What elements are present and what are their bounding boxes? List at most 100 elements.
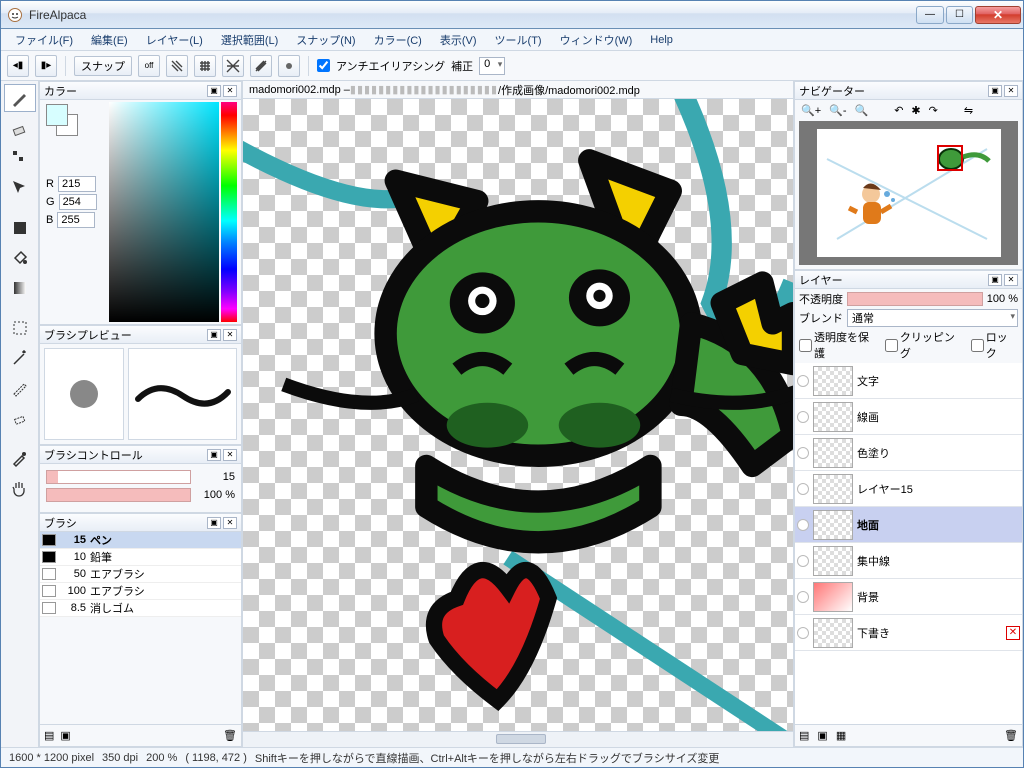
correction-combo[interactable]: 0 — [479, 57, 505, 75]
visibility-toggle[interactable] — [797, 483, 809, 495]
layer-row[interactable]: 集中線 — [795, 543, 1022, 579]
menu-help[interactable]: Help — [642, 32, 681, 48]
brush-row[interactable]: 15ペン — [40, 532, 241, 549]
sv-picker[interactable] — [109, 102, 219, 322]
menu-edit[interactable]: 編集(E) — [83, 30, 136, 50]
menu-color[interactable]: カラー(C) — [366, 30, 430, 50]
g-input[interactable] — [59, 194, 97, 210]
layer-opacity-slider[interactable] — [847, 292, 983, 306]
visibility-toggle[interactable] — [797, 627, 809, 639]
add-layer-icon[interactable]: ▤ — [799, 729, 809, 742]
protect-alpha-checkbox[interactable] — [799, 339, 812, 352]
layer-row[interactable]: 色塗り — [795, 435, 1022, 471]
delete-layer-icon[interactable]: 🗑 — [1004, 729, 1018, 742]
close-icon[interactable]: ✕ — [1004, 85, 1018, 97]
r-input[interactable] — [58, 176, 96, 192]
eraser-tool[interactable] — [4, 114, 36, 142]
dup-brush-icon[interactable]: ▣ — [60, 729, 70, 742]
close-icon[interactable]: ✕ — [1004, 274, 1018, 286]
delete-brush-icon[interactable]: 🗑 — [223, 729, 237, 742]
visibility-toggle[interactable] — [797, 375, 809, 387]
visibility-toggle[interactable] — [797, 447, 809, 459]
snap-circle-icon[interactable] — [278, 55, 300, 77]
hand-tool[interactable] — [4, 474, 36, 502]
rotate-left-icon[interactable]: ↶ — [894, 104, 903, 117]
eyedropper-tool[interactable] — [4, 444, 36, 472]
dot-tool[interactable] — [4, 144, 36, 172]
document-tab[interactable]: madomori002.mdp – ▮▮▮▮▮▮▮▮▮▮▮▮▮▮▮▮▮▮▮▮▮ … — [243, 81, 793, 99]
visibility-toggle[interactable] — [797, 591, 809, 603]
menu-view[interactable]: 表示(V) — [432, 30, 485, 50]
menu-window[interactable]: ウィンドウ(W) — [552, 30, 641, 50]
brush-row[interactable]: 50エアブラシ — [40, 566, 241, 583]
hue-slider[interactable] — [221, 102, 237, 322]
brush-row[interactable]: 8.5消しゴム — [40, 600, 241, 617]
menu-snap[interactable]: スナップ(N) — [288, 30, 363, 50]
dock-icon[interactable]: ▣ — [207, 517, 221, 529]
menu-layer[interactable]: レイヤー(L) — [138, 30, 211, 50]
snap-parallel-icon[interactable] — [166, 55, 188, 77]
visibility-toggle[interactable] — [797, 555, 809, 567]
snap-radial-icon[interactable] — [250, 55, 272, 77]
dock-icon[interactable]: ▣ — [988, 274, 1002, 286]
snap-grid-icon[interactable] — [194, 55, 216, 77]
layer-row[interactable]: 線画 — [795, 399, 1022, 435]
select-pen-tool[interactable] — [4, 374, 36, 402]
menu-file[interactable]: ファイル(F) — [7, 30, 81, 50]
dock-icon[interactable]: ▣ — [207, 449, 221, 461]
visibility-toggle[interactable] — [797, 519, 809, 531]
antialias-checkbox[interactable] — [317, 59, 330, 72]
layer-row[interactable]: 地面 — [795, 507, 1022, 543]
clipping-checkbox[interactable] — [885, 339, 898, 352]
minimize-button[interactable]: — — [916, 6, 944, 24]
maximize-button[interactable]: ☐ — [946, 6, 973, 24]
rotate-reset-icon[interactable]: ✱ — [911, 104, 920, 117]
menu-select[interactable]: 選択範囲(L) — [213, 30, 286, 50]
layer-row[interactable]: 文字 — [795, 363, 1022, 399]
dock-icon[interactable]: ▣ — [207, 85, 221, 97]
layer-row[interactable]: 背景 — [795, 579, 1022, 615]
brush-row[interactable]: 100エアブラシ — [40, 583, 241, 600]
brush-tool[interactable] — [4, 84, 36, 112]
close-button[interactable]: ✕ — [975, 6, 1021, 24]
brush-row[interactable]: 10鉛筆 — [40, 549, 241, 566]
merge-layer-icon[interactable]: ▦ — [836, 729, 846, 742]
layer-row[interactable]: 下書き✕ — [795, 615, 1022, 651]
layer-row[interactable]: レイヤー15 — [795, 471, 1022, 507]
opacity-slider[interactable] — [46, 488, 191, 502]
bucket-tool[interactable] — [4, 244, 36, 272]
blend-combo[interactable]: 通常 — [847, 309, 1018, 327]
select-rect-tool[interactable] — [4, 314, 36, 342]
dock-icon[interactable]: ▣ — [988, 85, 1002, 97]
lock-checkbox[interactable] — [971, 339, 984, 352]
dock-icon[interactable]: ▣ — [207, 329, 221, 341]
fill-tool[interactable] — [4, 214, 36, 242]
size-slider[interactable] — [46, 470, 191, 484]
close-icon[interactable]: ✕ — [223, 517, 237, 529]
add-brush-icon[interactable]: ▤ — [44, 729, 54, 742]
redo-button[interactable]: ▮▸ — [35, 55, 57, 77]
gradient-tool[interactable] — [4, 274, 36, 302]
navigator-preview[interactable] — [799, 121, 1018, 265]
move-tool[interactable] — [4, 174, 36, 202]
close-icon[interactable]: ✕ — [223, 329, 237, 341]
close-icon[interactable]: ✕ — [223, 449, 237, 461]
color-swatches[interactable] — [46, 104, 76, 134]
close-icon[interactable]: ✕ — [223, 85, 237, 97]
canvas[interactable] — [243, 99, 793, 731]
b-input[interactable] — [57, 212, 95, 228]
snap-off-button[interactable]: off — [138, 55, 160, 77]
snap-perspective-icon[interactable] — [222, 55, 244, 77]
menu-tool[interactable]: ツール(T) — [487, 30, 550, 50]
visibility-toggle[interactable] — [797, 411, 809, 423]
zoom-fit-icon[interactable]: 🔍 — [854, 104, 868, 117]
zoom-out-icon[interactable]: 🔍- — [829, 104, 846, 117]
dup-layer-icon[interactable]: ▣ — [817, 729, 827, 742]
flip-icon[interactable]: ⇋ — [964, 104, 973, 117]
select-eraser-tool[interactable] — [4, 404, 36, 432]
h-scrollbar[interactable] — [243, 731, 793, 747]
rotate-right-icon[interactable]: ↷ — [929, 104, 938, 117]
undo-button[interactable]: ◂▮ — [7, 55, 29, 77]
wand-tool[interactable] — [4, 344, 36, 372]
titlebar[interactable]: FireAlpaca — ☐ ✕ — [1, 1, 1023, 29]
